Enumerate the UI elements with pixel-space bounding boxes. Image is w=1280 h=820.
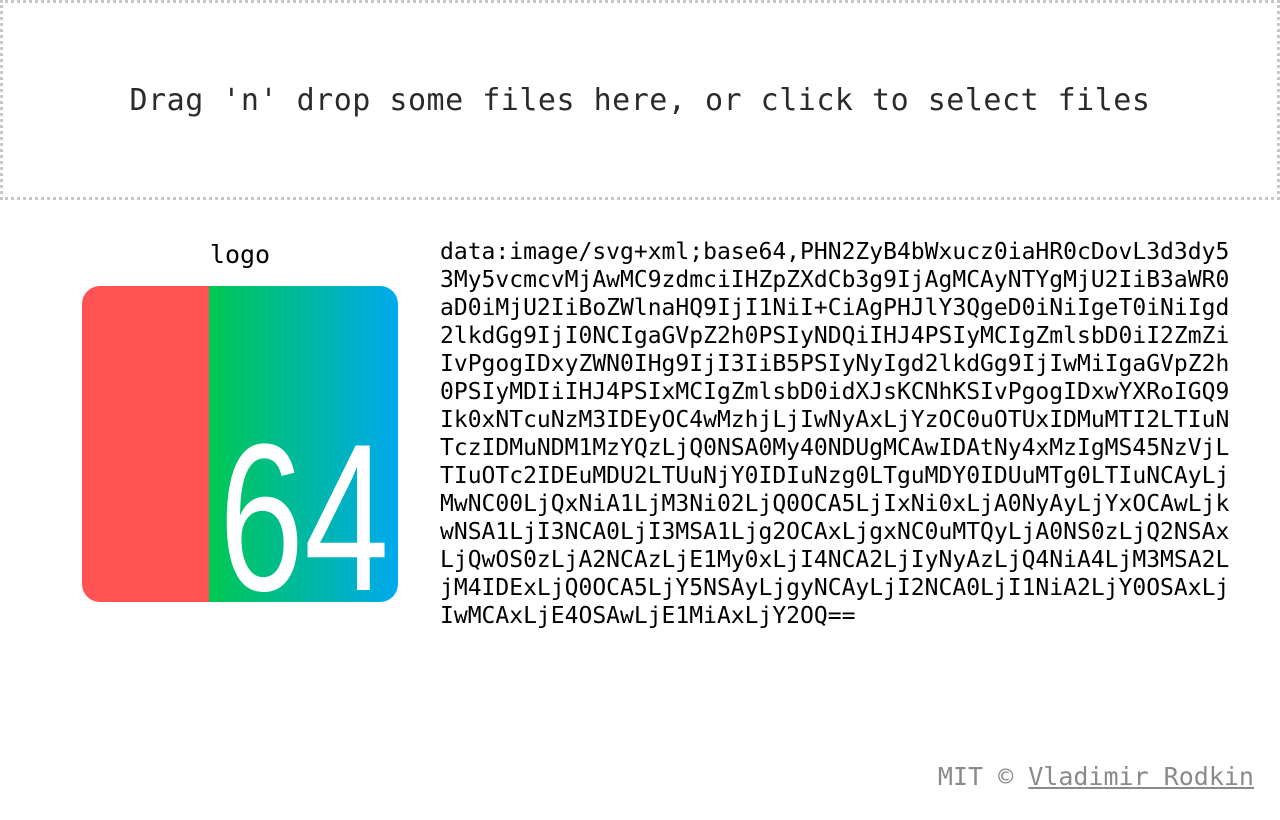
file-name-label: logo: [209, 240, 271, 269]
file-preview-card: logo 64: [82, 238, 398, 602]
logo-red-panel: [82, 286, 209, 602]
dropzone-instructions: Drag 'n' drop some files here, or click …: [129, 82, 1151, 118]
author-link[interactable]: Vladimir Rodkin: [1028, 762, 1254, 791]
license-text: MIT ©: [937, 762, 1014, 791]
footer: MIT © Vladimir Rodkin: [938, 762, 1254, 791]
logo-digits: 64: [219, 400, 389, 602]
file-dropzone[interactable]: Drag 'n' drop some files here, or click …: [0, 0, 1280, 200]
data-uri-output[interactable]: data:image/svg+xml;base64,PHN2ZyB4bWxucz…: [440, 238, 1240, 638]
base64-logo-icon: 64: [82, 286, 398, 602]
